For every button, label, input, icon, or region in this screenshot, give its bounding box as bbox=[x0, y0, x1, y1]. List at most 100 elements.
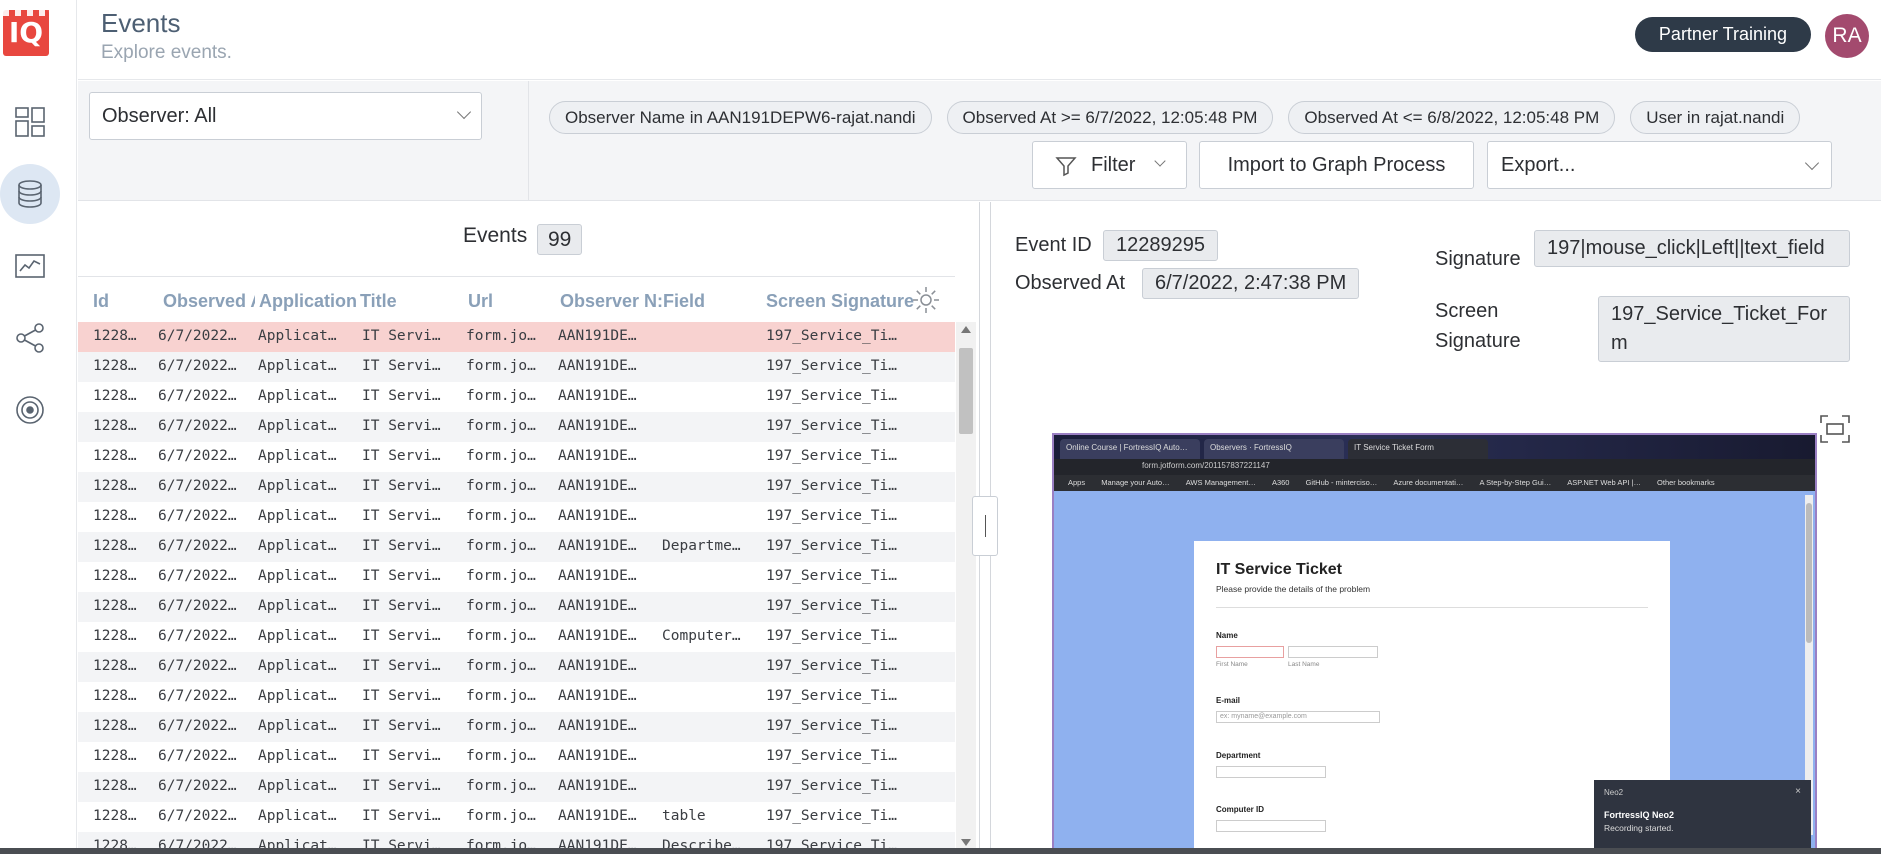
expand-screenshot-icon[interactable] bbox=[1819, 414, 1851, 444]
col-title[interactable]: Title bbox=[360, 291, 440, 312]
cell-screen-signature: 197_Service_Ti… bbox=[766, 478, 897, 494]
table-row[interactable]: 1228… 6/7/2022… Applicat… IT Servi… form.jo…… bbox=[78, 412, 955, 442]
scroll-thumb[interactable] bbox=[959, 348, 973, 434]
cell-observer-name: AAN191DE… bbox=[558, 538, 637, 554]
cell-observed-at: 6/7/2022… bbox=[158, 538, 237, 554]
table-row[interactable]: 1228… 6/7/2022… Applicat… IT Servi… form.jo…… bbox=[78, 562, 955, 592]
export-select[interactable]: Export... bbox=[1487, 141, 1832, 189]
col-observer-name[interactable]: Observer N: bbox=[560, 291, 665, 312]
cell-observed-at: 6/7/2022… bbox=[158, 718, 237, 734]
target-icon[interactable] bbox=[0, 380, 60, 440]
cell-id: 1228… bbox=[93, 568, 137, 584]
col-url[interactable]: Url bbox=[468, 291, 528, 312]
scroll-up-arrow[interactable] bbox=[961, 326, 971, 333]
table-row[interactable]: 1228… 6/7/2022… Applicat… IT Servi… form.jo…… bbox=[78, 742, 955, 772]
col-field[interactable]: Field bbox=[663, 291, 723, 312]
page-title: Events bbox=[101, 8, 181, 38]
cell-observed-at: 6/7/2022… bbox=[158, 388, 237, 404]
col-id[interactable]: Id bbox=[93, 291, 143, 312]
cell-application: Applicat… bbox=[258, 328, 337, 344]
cell-url: form.jo… bbox=[466, 778, 536, 794]
cell-observer-name: AAN191DE… bbox=[558, 688, 637, 704]
table-scrollbar[interactable] bbox=[956, 322, 976, 850]
col-application[interactable]: Application bbox=[259, 291, 359, 312]
cell-screen-signature: 197_Service_Ti… bbox=[766, 508, 897, 524]
cell-screen-signature: 197_Service_Ti… bbox=[766, 718, 897, 734]
recording-toast: Neo2 × FortressIQ Neo2 Recording started… bbox=[1594, 780, 1811, 848]
bookmark: AWS Management… bbox=[1185, 478, 1256, 487]
filter-label: Filter bbox=[1091, 154, 1136, 176]
cell-observer-name: AAN191DE… bbox=[558, 748, 637, 764]
app-logo[interactable]: IQ bbox=[3, 10, 49, 56]
cell-title: IT Servi… bbox=[362, 328, 441, 344]
table-row[interactable]: 1228… 6/7/2022… Applicat… IT Servi… form.jo…… bbox=[78, 472, 955, 502]
observer-select[interactable]: Observer: All bbox=[89, 92, 482, 140]
cell-title: IT Servi… bbox=[362, 388, 441, 404]
funnel-icon bbox=[1055, 157, 1077, 177]
filter-chip-observed-to[interactable]: Observed At <= 6/8/2022, 12:05:48 PM bbox=[1288, 101, 1616, 134]
table-row[interactable]: 1228… 6/7/2022… Applicat… IT Servi… form.jo…… bbox=[78, 442, 955, 472]
chevron-down-icon bbox=[1804, 155, 1820, 171]
table-row[interactable]: 1228… 6/7/2022… Applicat… IT Servi… form.jo…… bbox=[78, 532, 955, 562]
table-row[interactable]: 1228… 6/7/2022… Applicat… IT Servi… form.jo…… bbox=[78, 622, 955, 652]
cell-id: 1228… bbox=[93, 508, 137, 524]
cell-application: Applicat… bbox=[258, 508, 337, 524]
form-computer-id-label: Computer ID bbox=[1216, 805, 1264, 814]
cell-application: Applicat… bbox=[258, 478, 337, 494]
col-screen-signature[interactable]: Screen Signature bbox=[766, 291, 921, 312]
toast-close-icon: × bbox=[1795, 786, 1801, 797]
cell-id: 1228… bbox=[93, 628, 137, 644]
bookmark: Manage your Auto… bbox=[1101, 478, 1170, 487]
bookmark: A Step-by-Step Gui… bbox=[1479, 478, 1552, 487]
cell-title: IT Servi… bbox=[362, 538, 441, 554]
cell-field: Departme… bbox=[662, 538, 741, 554]
table-row[interactable]: 1228… 6/7/2022… Applicat… IT Servi… form.jo…… bbox=[78, 352, 955, 382]
table-row[interactable]: 1228… 6/7/2022… Applicat… IT Servi… form.jo…… bbox=[78, 322, 955, 352]
cell-screen-signature: 197_Service_Ti… bbox=[766, 448, 897, 464]
table-row[interactable]: 1228… 6/7/2022… Applicat… IT Servi… form.jo…… bbox=[78, 772, 955, 802]
table-row[interactable]: 1228… 6/7/2022… Applicat… IT Servi… form.jo…… bbox=[78, 652, 955, 682]
cell-observer-name: AAN191DE… bbox=[558, 718, 637, 734]
events-count-badge: 99 bbox=[537, 224, 583, 255]
cell-application: Applicat… bbox=[258, 628, 337, 644]
chevron-down-icon bbox=[1154, 155, 1166, 167]
cell-observed-at: 6/7/2022… bbox=[158, 358, 237, 374]
import-to-graph-button[interactable]: Import to Graph Process bbox=[1199, 141, 1474, 189]
cell-application: Applicat… bbox=[258, 538, 337, 554]
preview-tab-2: Observers · FortressIQ bbox=[1204, 439, 1344, 459]
table-row[interactable]: 1228… 6/7/2022… Applicat… IT Servi… form.jo…… bbox=[78, 502, 955, 532]
col-observed-at[interactable]: Observed A bbox=[163, 291, 255, 312]
gear-icon[interactable] bbox=[911, 285, 941, 315]
screenshot-preview[interactable]: Online Course | FortressIQ Auto… Observe… bbox=[1052, 433, 1817, 851]
cell-url: form.jo… bbox=[466, 748, 536, 764]
avatar[interactable]: RA bbox=[1825, 14, 1869, 58]
share-graph-icon[interactable] bbox=[0, 308, 60, 368]
scroll-down-arrow[interactable] bbox=[961, 839, 971, 846]
chart-icon[interactable] bbox=[0, 236, 60, 296]
database-icon[interactable] bbox=[0, 164, 60, 224]
table-row[interactable]: 1228… 6/7/2022… Applicat… IT Servi… form.jo…… bbox=[78, 712, 955, 742]
cell-title: IT Servi… bbox=[362, 598, 441, 614]
page-subtitle: Explore events. bbox=[101, 42, 232, 63]
table-row[interactable]: 1228… 6/7/2022… Applicat… IT Servi… form.jo…… bbox=[78, 592, 955, 622]
filter-chip-observed-from[interactable]: Observed At >= 6/7/2022, 12:05:48 PM bbox=[946, 101, 1274, 134]
filter-chip-observer-name[interactable]: Observer Name in AAN191DEPW6-rajat.nandi bbox=[549, 101, 932, 134]
cell-url: form.jo… bbox=[466, 448, 536, 464]
filter-button[interactable]: Filter bbox=[1032, 141, 1187, 189]
dashboard-icon[interactable] bbox=[0, 92, 60, 152]
cell-url: form.jo… bbox=[466, 718, 536, 734]
filter-chip-user[interactable]: User in rajat.nandi bbox=[1630, 101, 1801, 134]
table-row[interactable]: 1228… 6/7/2022… Applicat… IT Servi… form.jo…… bbox=[78, 382, 955, 412]
cell-id: 1228… bbox=[93, 388, 137, 404]
table-row[interactable]: 1228… 6/7/2022… Applicat… IT Servi… form.jo…… bbox=[78, 682, 955, 712]
cell-application: Applicat… bbox=[258, 658, 337, 674]
cell-field: Computer… bbox=[662, 628, 741, 644]
event-id-label: Event ID bbox=[1015, 234, 1092, 256]
cell-screen-signature: 197_Service_Ti… bbox=[766, 658, 897, 674]
partner-training-button[interactable]: Partner Training bbox=[1634, 17, 1811, 52]
form-last-name-caption: Last Name bbox=[1288, 661, 1320, 668]
table-row[interactable]: 1228… 6/7/2022… Applicat… IT Servi… form.jo…… bbox=[78, 802, 955, 832]
cell-application: Applicat… bbox=[258, 718, 337, 734]
form-divider bbox=[1216, 607, 1648, 608]
cell-id: 1228… bbox=[93, 658, 137, 674]
